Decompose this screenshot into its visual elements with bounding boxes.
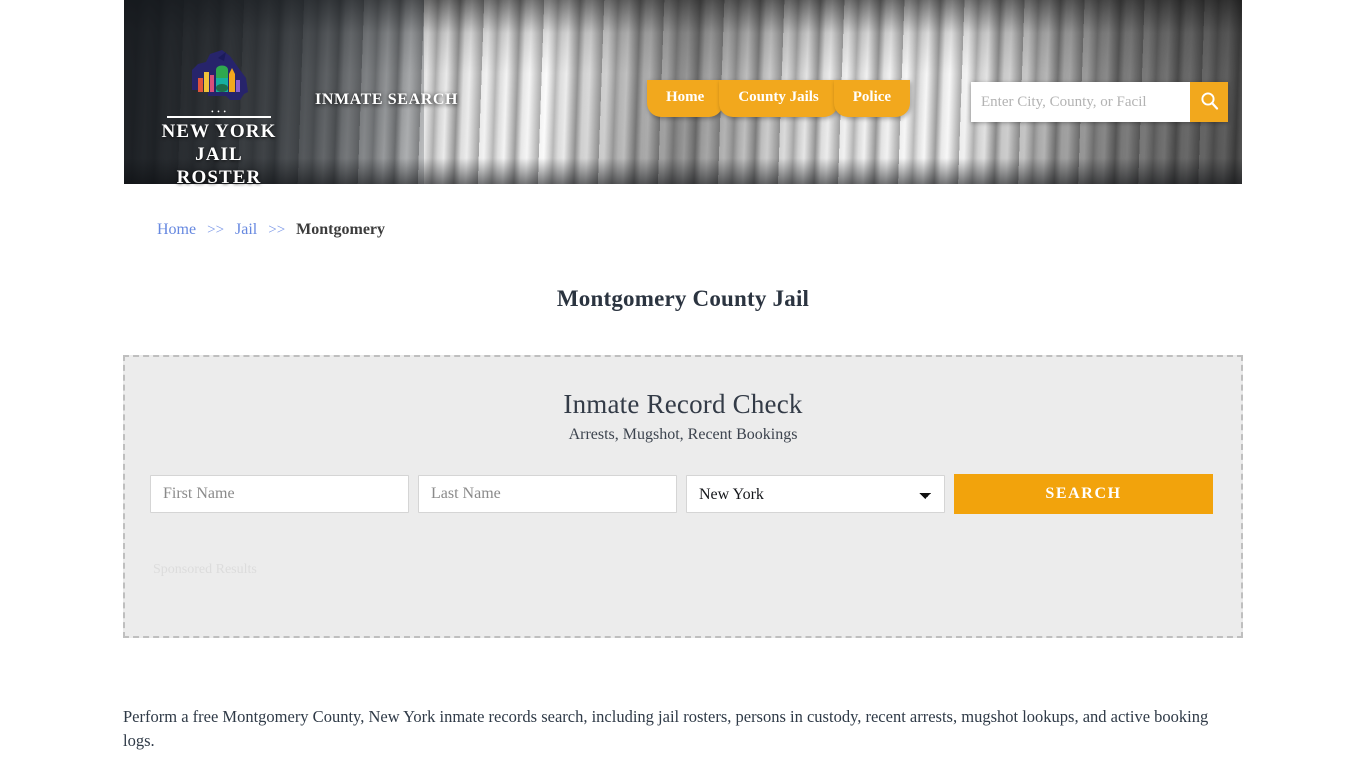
header-search-input[interactable]: [971, 82, 1190, 122]
logo-text-line2: JAIL ROSTER: [176, 144, 262, 189]
site-tagline: INMATE SEARCH: [315, 91, 459, 108]
breadcrumb-separator-2: >>: [268, 222, 286, 238]
state-select[interactable]: New York: [686, 475, 945, 513]
last-name-input[interactable]: [418, 475, 677, 513]
breadcrumb-link-home[interactable]: Home: [157, 221, 196, 238]
nav-item-county-jails[interactable]: County Jails: [719, 80, 838, 117]
nav-item-police[interactable]: Police: [833, 80, 911, 117]
page-title: Montgomery County Jail: [556, 286, 810, 312]
logo-divider: [167, 116, 271, 118]
logo-text-line1: NEW YORK: [161, 121, 277, 142]
new-york-state-skyline-logo-icon: [156, 48, 282, 110]
breadcrumb: Home >> Jail >> Montgomery: [157, 221, 385, 239]
main-navigation: Home County Jails Police: [647, 80, 911, 117]
breadcrumb-link-jail[interactable]: Jail: [235, 221, 257, 238]
intro-paragraph: Perform a free Montgomery County, New Yo…: [123, 706, 1209, 751]
header-bottom-shadow: [124, 158, 1242, 184]
panel-subtitle: Arrests, Mugshot, Recent Bookings: [568, 426, 798, 443]
header-search: [971, 82, 1228, 122]
header-search-button[interactable]: [1190, 82, 1228, 122]
inmate-record-check-panel: Inmate Record Check Arrests, Mugshot, Re…: [123, 355, 1243, 638]
first-name-input[interactable]: [150, 475, 409, 513]
search-icon: [1200, 91, 1219, 113]
panel-title: Inmate Record Check: [563, 389, 803, 419]
breadcrumb-current-montgomery: Montgomery: [296, 221, 386, 238]
inmate-search-form: New York SEARCH: [150, 474, 1216, 514]
nav-item-home[interactable]: Home: [647, 80, 724, 117]
breadcrumb-separator-1: >>: [207, 222, 225, 238]
page-root: NEW YORK JAIL ROSTER INMATE SEARCH Home …: [0, 0, 1366, 768]
inmate-search-button[interactable]: SEARCH: [954, 474, 1213, 514]
site-logo[interactable]: NEW YORK JAIL ROSTER: [156, 48, 282, 190]
sponsored-results-label: Sponsored Results: [153, 562, 257, 577]
